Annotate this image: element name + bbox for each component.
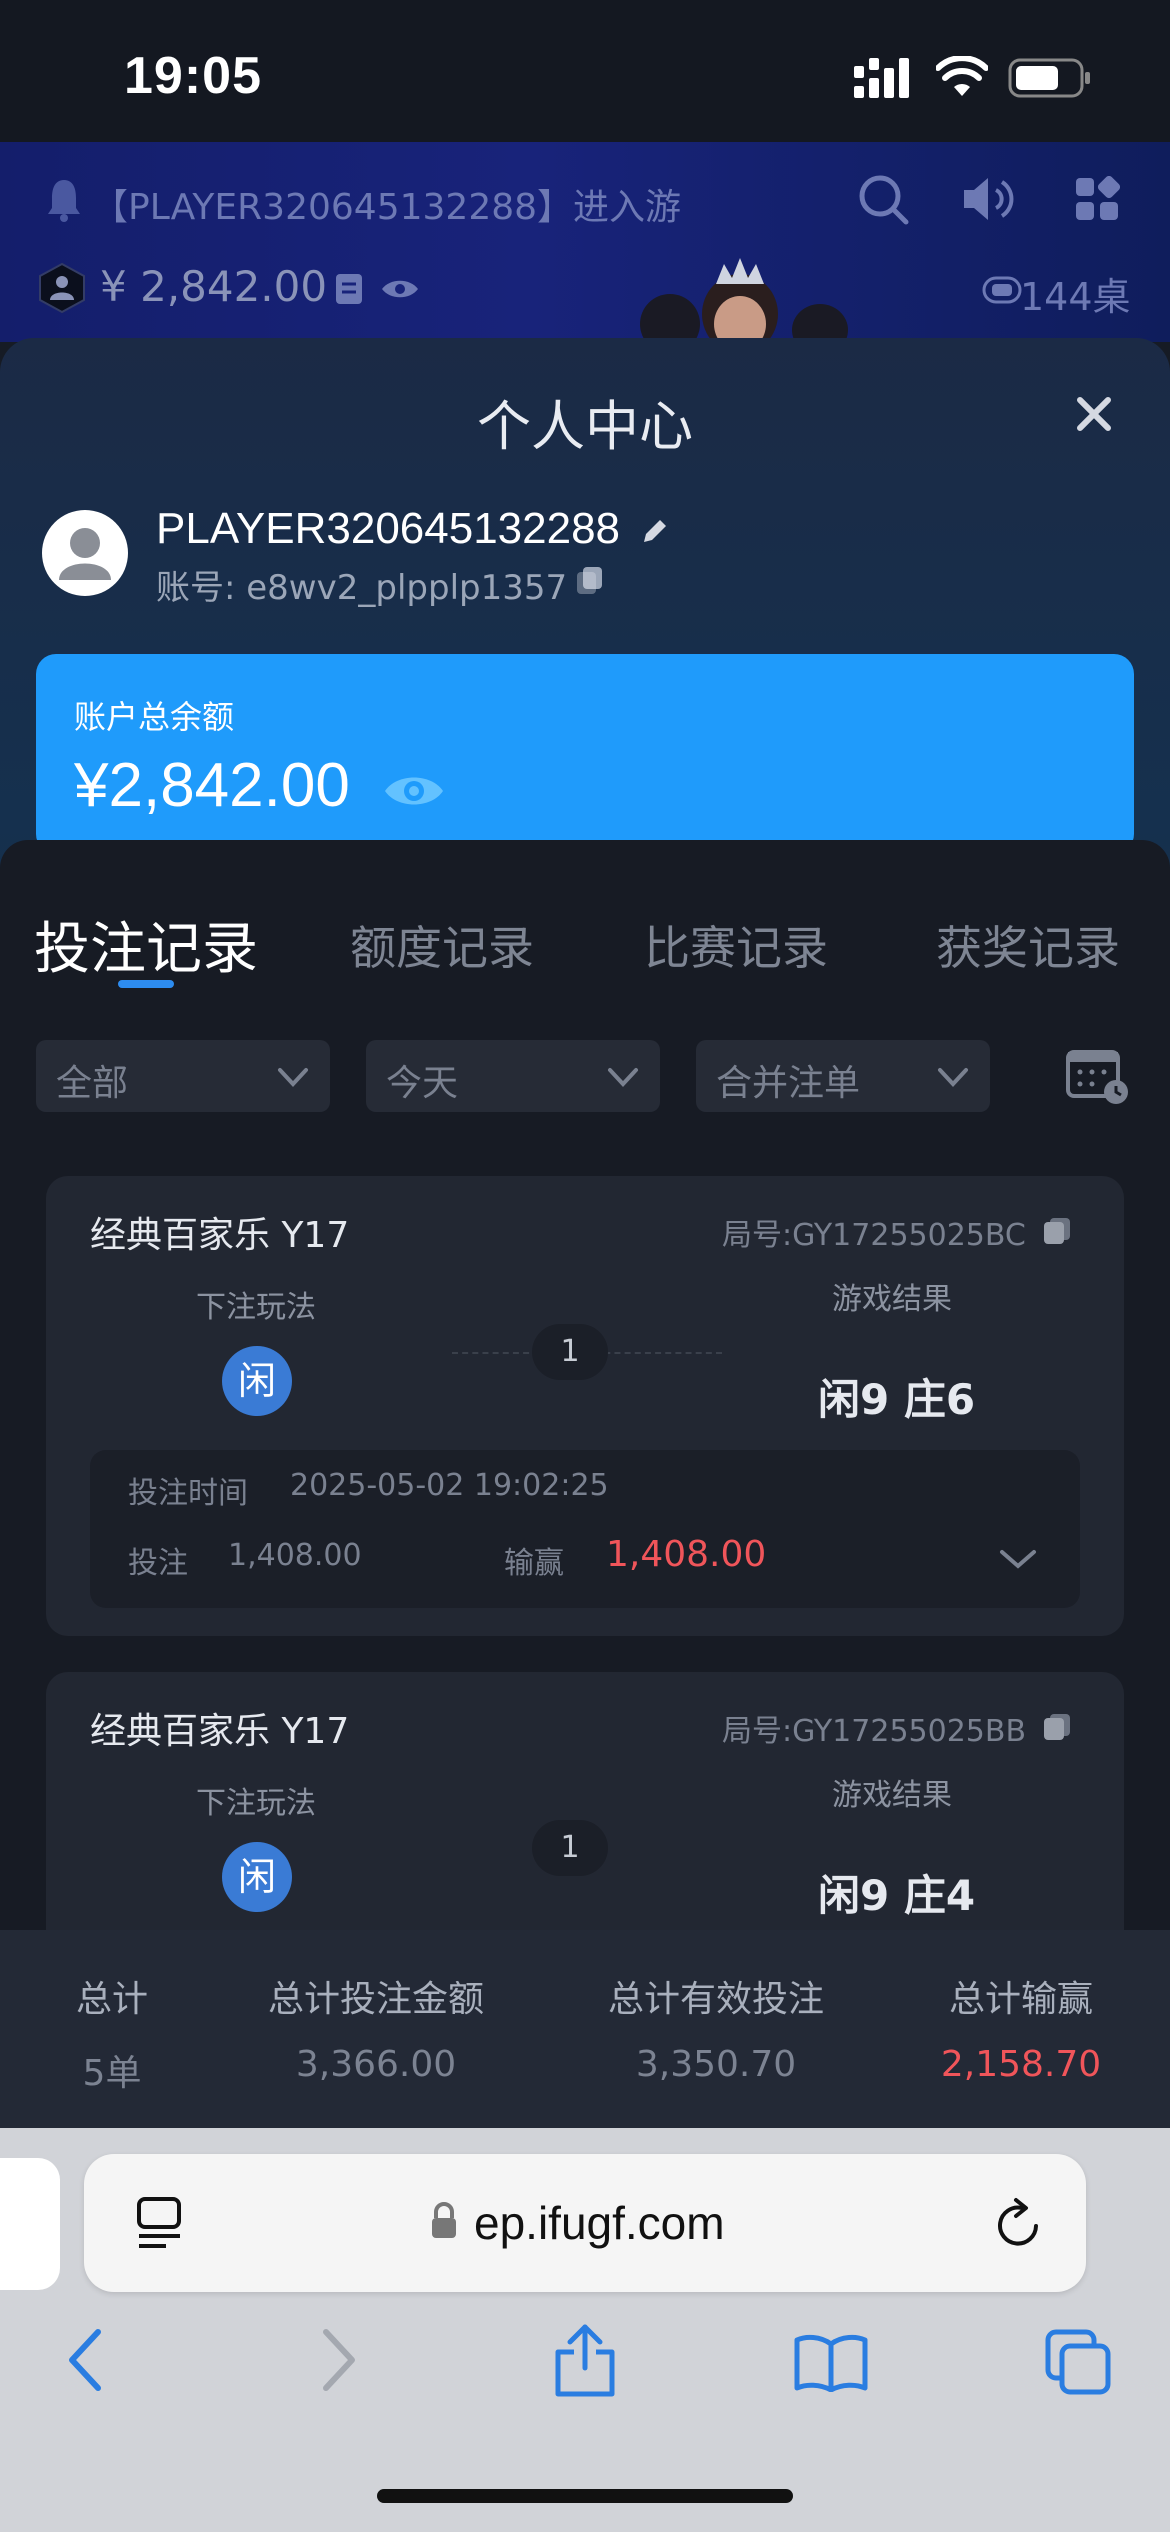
summary-valid: 总计有效投注 3,350.70 [576, 1970, 856, 2085]
winloss-amount: 1,408.00 [606, 1534, 767, 1575]
copy-icon[interactable] [574, 564, 604, 596]
summary-valid-label: 总计有效投注 [607, 1979, 824, 2020]
bet-type-label: 下注玩法 [196, 1786, 316, 1821]
summary-winloss-label: 总计输赢 [948, 1979, 1093, 2020]
chevron-down-icon [938, 1068, 968, 1087]
bet-record-card[interactable]: 经典百家乐 Y17 局号:GY17255025BB 下注玩法 游戏结果 闲 1 … [46, 1672, 1124, 1932]
table-count-icon [982, 276, 1022, 304]
bet-time: 2025-05-02 19:02:25 [290, 1468, 609, 1503]
filter-merge-value: 合并注单 [716, 1063, 861, 1104]
reload-icon[interactable] [992, 2196, 1044, 2252]
home-indicator [377, 2489, 793, 2503]
bet-type-badge: 闲 [222, 1346, 292, 1416]
winloss-label: 输赢 [504, 1546, 564, 1581]
document-icon[interactable] [334, 272, 364, 306]
summary-valid-value: 3,350.70 [635, 2044, 797, 2085]
filter-date[interactable]: 今天 [366, 1040, 660, 1112]
bet-amount-label: 投注 [128, 1546, 188, 1581]
lock-icon [432, 2202, 456, 2238]
game-name: 经典百家乐 Y17 [90, 1215, 350, 1256]
tab-credit-records[interactable]: 额度记录 [350, 912, 534, 978]
bet-time-label: 投注时间 [128, 1476, 248, 1511]
summary-winloss: 总计输赢 2,158.70 [916, 1970, 1126, 2085]
status-time: 19:05 [124, 47, 262, 105]
filter-game-type[interactable]: 全部 [36, 1040, 330, 1112]
chevron-down-icon [608, 1068, 638, 1087]
result-label: 游戏结果 [832, 1778, 952, 1813]
summary-bar: 总计 5单 总计投注金额 3,366.00 总计有效投注 3,350.70 总计… [0, 1930, 1170, 2130]
speaker-icon[interactable] [960, 172, 1018, 226]
filter-game-type-value: 全部 [56, 1063, 129, 1104]
edit-pencil-icon[interactable] [640, 516, 670, 546]
summary-bet: 总计投注金额 3,366.00 [236, 1970, 516, 2085]
tabs-icon[interactable] [1044, 2328, 1114, 2396]
url-text: ep.ifugf.com [474, 2197, 725, 2249]
dealer-image [640, 258, 848, 344]
bookmarks-icon[interactable] [794, 2332, 868, 2392]
user-hex-icon [39, 262, 85, 314]
bet-count-pill: 1 [532, 1820, 608, 1876]
bet-count-pill: 1 [532, 1324, 608, 1380]
summary-bet-label: 总计投注金额 [267, 1979, 484, 2020]
bet-amount: 1,408.00 [228, 1538, 362, 1573]
eye-icon[interactable] [380, 276, 420, 302]
tab-bet-records[interactable]: 投注记录 [34, 904, 258, 985]
browser-chrome: ep.ifugf.com [0, 2128, 1170, 2532]
copy-icon[interactable] [1042, 1712, 1072, 1742]
records-panel: 投注记录 额度记录 比赛记录 获奖记录 全部 今天 合并注单 经典百家乐 Y17… [0, 840, 1170, 1932]
bet-record-card[interactable]: 经典百家乐 Y17 局号:GY17255025BC 下注玩法 游戏结果 闲 1 … [46, 1176, 1124, 1636]
previous-tab-peek[interactable] [0, 2158, 60, 2290]
share-icon[interactable] [552, 2322, 618, 2398]
wifi-icon [936, 56, 988, 96]
announcement-marquee: 【PLAYER320645132288】进入游 [92, 187, 682, 228]
table-count: 144桌 [1020, 275, 1131, 319]
tab-indicator [118, 980, 174, 988]
battery-icon [1008, 58, 1090, 98]
summary-total: 总计 5单 [40, 1970, 184, 2096]
round-number: 局号:GY17255025BB [722, 1714, 1027, 1749]
round-number: 局号:GY17255025BC [722, 1218, 1026, 1253]
game-name: 经典百家乐 Y17 [90, 1711, 350, 1752]
game-header: 【PLAYER320645132288】进入游 ¥ 2,842.00 144桌 [0, 142, 1170, 344]
summary-total-value: 5单 [82, 2053, 142, 2094]
tab-prize-records[interactable]: 获奖记录 [936, 912, 1120, 978]
game-result: 闲9 庄4 [818, 1871, 976, 1920]
summary-winloss-value: 2,158.70 [940, 2044, 1102, 2085]
filter-date-value: 今天 [386, 1063, 459, 1104]
summary-total-label: 总计 [75, 1979, 148, 2020]
bet-type-badge: 闲 [222, 1842, 292, 1912]
tab-overview-icon[interactable] [136, 2196, 186, 2250]
header-balance: ¥ 2,842.00 [100, 262, 328, 311]
bet-type-label: 下注玩法 [196, 1290, 316, 1325]
search-icon[interactable] [856, 172, 910, 226]
balance-value: ¥2,842.00 [74, 751, 350, 820]
username: PLAYER320645132288 [156, 504, 621, 553]
game-result: 闲9 庄6 [818, 1375, 976, 1424]
avatar[interactable] [42, 510, 128, 596]
chevron-down-icon [278, 1068, 308, 1087]
signal-icon [854, 58, 909, 98]
user-avatar-icon [59, 528, 111, 580]
bell-icon [48, 180, 80, 222]
balance-label: 账户总余额 [74, 698, 235, 736]
summary-bet-value: 3,366.00 [295, 2044, 457, 2085]
account-id: 账号: e8wv2_plpplp1357 [156, 568, 568, 608]
close-icon[interactable] [1070, 390, 1118, 438]
modal-title: 个人中心 [477, 395, 693, 458]
address-bar[interactable]: ep.ifugf.com [84, 2154, 1086, 2292]
chevron-down-icon[interactable] [998, 1546, 1038, 1572]
eye-icon[interactable] [382, 770, 446, 812]
status-bar: 19:05 [0, 0, 1170, 142]
tab-match-records[interactable]: 比赛记录 [644, 912, 828, 978]
copy-icon[interactable] [1042, 1216, 1072, 1246]
back-icon[interactable] [64, 2328, 108, 2392]
grid-menu-icon[interactable] [1074, 176, 1120, 222]
calendar-icon[interactable] [1066, 1046, 1132, 1106]
filter-merge[interactable]: 合并注单 [696, 1040, 990, 1112]
forward-icon[interactable] [316, 2328, 360, 2392]
result-label: 游戏结果 [832, 1282, 952, 1317]
bet-detail: 投注时间 2025-05-02 19:02:25 投注 1,408.00 输赢 … [90, 1450, 1080, 1608]
balance-card: 账户总余额 ¥2,842.00 [36, 654, 1134, 854]
